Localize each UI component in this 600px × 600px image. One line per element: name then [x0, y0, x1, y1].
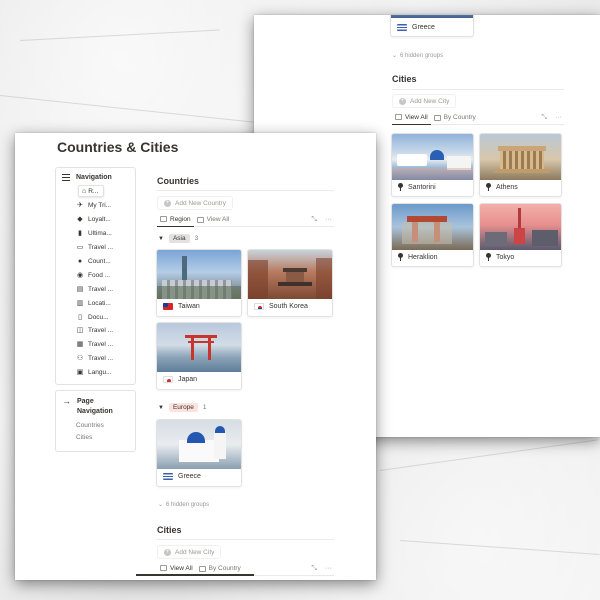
greece-card-partial[interactable]: Greece	[390, 15, 474, 37]
greece-flag-icon	[163, 473, 173, 480]
more-icon[interactable]: ···	[325, 565, 332, 573]
navigation-panel: Navigation ⌂ R... ✈ My Tri... ◆ Loyalt... …	[55, 167, 136, 385]
nav-item-loyalty[interactable]: ◆ Loyalt...	[70, 213, 135, 227]
city-card-santorini[interactable]: Santorini	[391, 133, 474, 197]
location-pin-icon	[486, 183, 491, 191]
countries-section-title: Countries	[157, 176, 200, 186]
chevron-down-icon: ⌄	[158, 502, 164, 508]
more-icon[interactable]: ···	[325, 216, 332, 224]
greece-flag-icon	[397, 23, 407, 31]
nav-item-countries[interactable]: ● Count...	[70, 255, 135, 269]
car-icon: ▭	[76, 244, 84, 252]
group-count: 3	[194, 235, 199, 242]
calendar-icon: ▦	[76, 341, 84, 349]
tab-by-country[interactable]: By Country	[431, 111, 479, 125]
group-asia-header[interactable]: ▼ Asia 3	[158, 234, 198, 243]
gallery-icon	[198, 565, 206, 572]
file-icon: ▯	[78, 313, 82, 321]
countries-view-tabs: Region View All ⤡ ···	[157, 213, 334, 227]
page-navigation-panel: → Page Navigation Countries Cities	[55, 390, 136, 452]
expand-icon[interactable]: ⤡	[311, 216, 317, 224]
nav-item-food[interactable]: ◉ Food ...	[70, 268, 135, 282]
nav-item-my-trips[interactable]: ✈ My Tri...	[70, 199, 135, 213]
nav-item-documents[interactable]: ▯ Docu...	[70, 310, 135, 324]
home-icon: ⌂	[82, 187, 87, 195]
map-icon: ▥	[76, 299, 84, 307]
location-pin-icon	[398, 183, 403, 191]
translate-icon: ▣	[76, 369, 84, 377]
menu-icon	[62, 174, 70, 181]
nav-item-travel-4[interactable]: ▦ Travel ...	[70, 338, 135, 352]
location-pin-icon	[398, 253, 403, 261]
city-card-tokyo[interactable]: Tokyo	[479, 203, 562, 267]
country-card-greece[interactable]: Greece	[156, 419, 242, 487]
airplane-icon: ✈	[77, 202, 83, 210]
tag-icon: ◆	[77, 216, 83, 224]
south-korea-flag-icon	[254, 303, 264, 310]
plus-icon: +	[164, 548, 171, 556]
group-tag-europe: Europe	[168, 403, 198, 412]
taiwan-flag-icon	[163, 303, 173, 310]
page-link-countries[interactable]: Countries	[56, 417, 135, 429]
front-page-sheet: Countries & Cities Navigation ⌂ R... ✈ My…	[15, 133, 376, 580]
page-link-cities[interactable]: Cities	[56, 429, 135, 441]
city-card-heraklion[interactable]: Heraklion	[391, 203, 474, 267]
nav-item-ultimate[interactable]: ▮ Ultima...	[70, 227, 135, 241]
location-pin-icon	[486, 253, 491, 261]
navigation-header: Navigation	[76, 174, 112, 181]
country-card-japan[interactable]: Japan	[156, 322, 242, 390]
arrow-right-icon: →	[62, 396, 71, 406]
plus-icon: +	[164, 199, 171, 207]
book-icon: ▮	[78, 230, 82, 238]
chevron-down-icon: ⌄	[392, 53, 398, 59]
group-europe-header[interactable]: ▼ Europe 1	[158, 403, 207, 412]
tab-view-all[interactable]: View All	[194, 213, 233, 227]
add-new-city-button[interactable]: + Add New City	[392, 94, 457, 108]
expand-icon[interactable]: ⤡	[311, 565, 317, 573]
hidden-groups-toggle[interactable]: ⌄ 6 hidden groups	[392, 52, 443, 60]
open-book-icon: ◫	[76, 327, 84, 335]
gallery-icon	[395, 114, 402, 120]
japan-flag-icon	[163, 376, 173, 383]
nav-item-travel-3[interactable]: ◫ Travel ...	[70, 324, 135, 338]
triangle-down-icon: ▼	[158, 404, 164, 411]
nav-item-travel-5[interactable]: ⚇ Travel ...	[70, 352, 135, 366]
nav-item-locations[interactable]: ▥ Locati...	[70, 296, 135, 310]
cities-view-tabs: View All By Country ⤡ ···	[392, 111, 564, 125]
add-new-country-button[interactable]: + Add New Country	[157, 196, 233, 210]
scroll-indicator	[136, 574, 254, 576]
nav-item-travel-1[interactable]: ▭ Travel ...	[70, 241, 135, 255]
cities-section-title: Cities	[157, 525, 182, 535]
globe-icon: ●	[77, 258, 83, 265]
gallery-icon	[160, 216, 167, 222]
nav-item-travel-2[interactable]: ▤ Travel ...	[70, 282, 135, 296]
nav-item-languages[interactable]: ▣ Langu...	[70, 366, 135, 380]
expand-icon[interactable]: ⤡	[541, 114, 547, 122]
group-count: 1	[202, 404, 207, 411]
group-tag-asia: Asia	[168, 234, 190, 243]
triangle-down-icon: ▼	[158, 235, 164, 242]
nav-item-home[interactable]: ⌂ R...	[78, 185, 104, 197]
more-icon[interactable]: ···	[555, 114, 562, 122]
tab-view-all[interactable]: View All	[392, 111, 431, 125]
gallery-icon	[433, 114, 441, 121]
gallery-icon	[160, 565, 167, 571]
plus-icon: +	[399, 97, 406, 105]
page-navigation-header: Page	[77, 398, 94, 405]
food-icon: ◉	[76, 271, 84, 279]
city-card-athens[interactable]: Athens	[479, 133, 562, 197]
page-title: Countries & Cities	[57, 139, 179, 155]
people-icon: ⚇	[76, 355, 84, 363]
country-card-taiwan[interactable]: Taiwan	[156, 249, 242, 317]
gallery-icon	[196, 216, 204, 223]
hidden-groups-toggle[interactable]: ⌄ 6 hidden groups	[158, 501, 209, 509]
cities-section-title: Cities	[392, 74, 417, 84]
document-icon: ▤	[76, 285, 84, 293]
greece-card-label: Greece	[412, 23, 435, 31]
country-card-south-korea[interactable]: South Korea	[247, 249, 333, 317]
add-new-city-button[interactable]: + Add New City	[157, 545, 222, 559]
tab-region[interactable]: Region	[157, 213, 194, 227]
